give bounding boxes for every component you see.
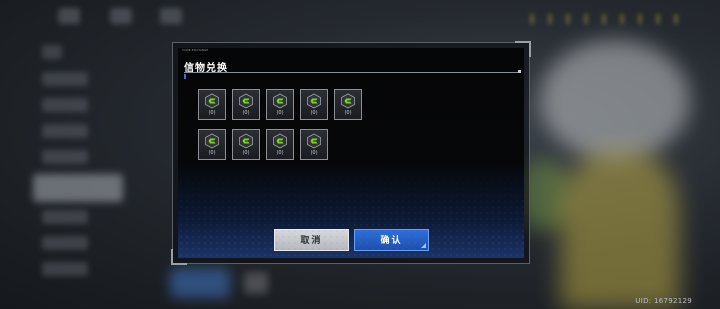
bg-sidebar-item: [42, 98, 88, 112]
green-token-icon: [273, 93, 287, 109]
green-token-icon: [307, 133, 321, 149]
bg-sidebar-item: [42, 124, 88, 138]
green-token-icon: [239, 93, 253, 109]
green-token-icon: [205, 133, 219, 149]
token-count: (0): [310, 150, 318, 156]
token-count: (0): [208, 110, 216, 116]
uid-label: UID: 16792129: [635, 297, 692, 305]
header-tag: CODE EXCHANGE: [182, 48, 209, 52]
green-token-icon: [307, 93, 321, 109]
bg-sidebar-item: [42, 72, 88, 86]
confirm-button[interactable]: 确认: [354, 229, 429, 251]
token-count: (0): [208, 150, 216, 156]
token-count: (0): [242, 110, 250, 116]
bg-gray-button: [244, 272, 268, 294]
token-count: (0): [310, 110, 318, 116]
token-slot[interactable]: (0): [266, 89, 294, 120]
token-slot[interactable]: (0): [198, 89, 226, 120]
bg-sidebar-selected: [33, 174, 123, 202]
bg-character-hair: [540, 40, 690, 160]
bg-blue-button: [170, 268, 230, 298]
bg-sidebar-item: [42, 45, 62, 59]
token-slot[interactable]: (0): [300, 129, 328, 160]
bg-top-icon: [160, 8, 182, 24]
bg-character-body: [560, 150, 680, 309]
green-token-icon: [239, 133, 253, 149]
green-token-icon: [205, 93, 219, 109]
green-token-icon: [273, 133, 287, 149]
exchange-dialog: CODE EXCHANGE 信物兑换 (0) (0) (0) (0) (0) (0) (0)…: [171, 41, 531, 265]
bg-top-icon: [58, 8, 80, 24]
title-divider-marker: [184, 74, 186, 79]
token-slot[interactable]: (0): [300, 89, 328, 120]
token-slot[interactable]: (0): [266, 129, 294, 160]
exchange-dialog-panel: CODE EXCHANGE 信物兑换 (0) (0) (0) (0) (0) (0) (0)…: [178, 48, 524, 258]
bg-top-indicators: [530, 14, 680, 24]
cancel-button[interactable]: 取消: [274, 229, 349, 251]
token-count: (0): [276, 110, 284, 116]
token-slot[interactable]: (0): [334, 89, 362, 120]
token-count: (0): [242, 150, 250, 156]
green-token-icon: [341, 93, 355, 109]
bg-sidebar-item: [42, 150, 88, 164]
token-slot[interactable]: (0): [232, 89, 260, 120]
token-slot[interactable]: (0): [232, 129, 260, 160]
bg-top-icon: [110, 8, 132, 24]
title-divider: [184, 72, 520, 73]
token-count: (0): [276, 150, 284, 156]
token-slot[interactable]: (0): [198, 129, 226, 160]
token-count: (0): [344, 110, 352, 116]
bg-sidebar-item: [42, 236, 88, 250]
title-divider-end: [518, 70, 521, 73]
bg-sidebar-item: [42, 262, 88, 276]
bg-sidebar-item: [42, 210, 88, 224]
